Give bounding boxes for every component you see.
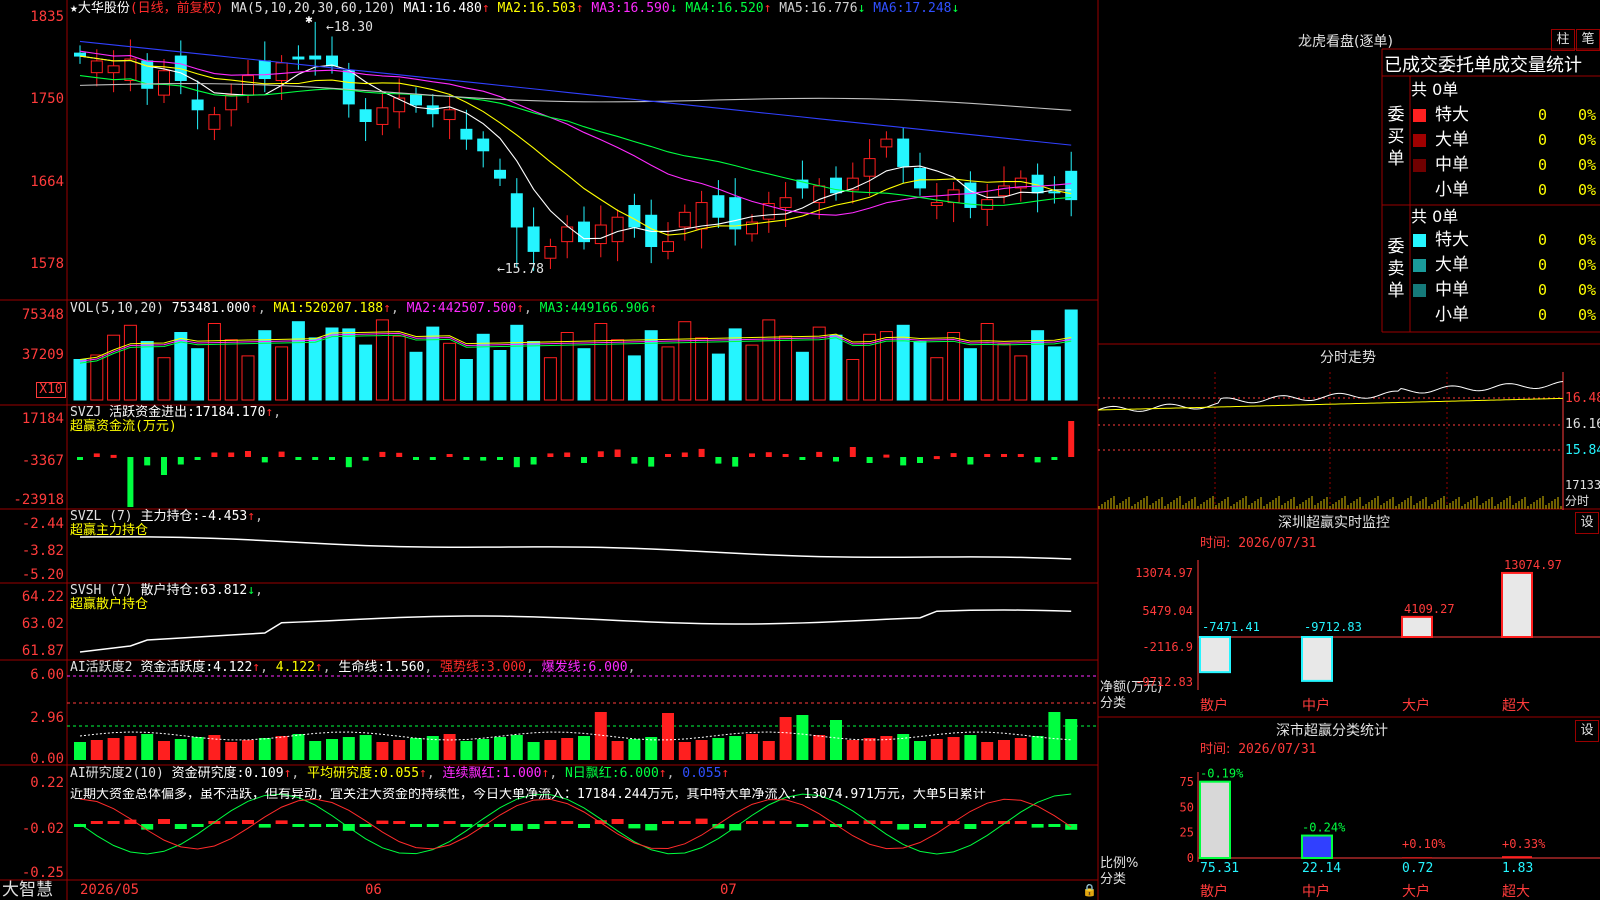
class-bar xyxy=(1199,780,1231,859)
class-chart: 75 50 25 0 -0.19% 75.31 散户 -0.24% 22.14 中户 +0.10% 0… xyxy=(1180,767,1600,900)
class-category-label: 超大 xyxy=(1502,884,1530,900)
class-y-tick: 0 xyxy=(1187,851,1194,865)
class-bar-value: 0.72 xyxy=(1402,861,1433,876)
class-bar xyxy=(1301,834,1333,860)
class-category-label: 大户 xyxy=(1402,883,1430,900)
class-bar-change: +0.10% xyxy=(1402,837,1446,851)
class-bar-value: 22.14 xyxy=(1302,861,1341,876)
class-bar-value: 75.31 xyxy=(1200,861,1239,876)
class-bar xyxy=(1402,857,1432,859)
class-y-tick: 75 xyxy=(1180,775,1194,789)
class-y-tick: 50 xyxy=(1180,800,1194,814)
class-bar-change: +0.33% xyxy=(1502,837,1546,851)
class-y-tick: 25 xyxy=(1180,826,1194,840)
class-bar-value: 1.83 xyxy=(1502,861,1533,876)
class-bar xyxy=(1502,856,1532,858)
class-bar-change: -0.19% xyxy=(1200,767,1244,781)
class-bar-change: -0.24% xyxy=(1302,821,1346,835)
class-category-label: 中户 xyxy=(1302,883,1330,900)
class-category-label: 散户 xyxy=(1200,883,1228,900)
